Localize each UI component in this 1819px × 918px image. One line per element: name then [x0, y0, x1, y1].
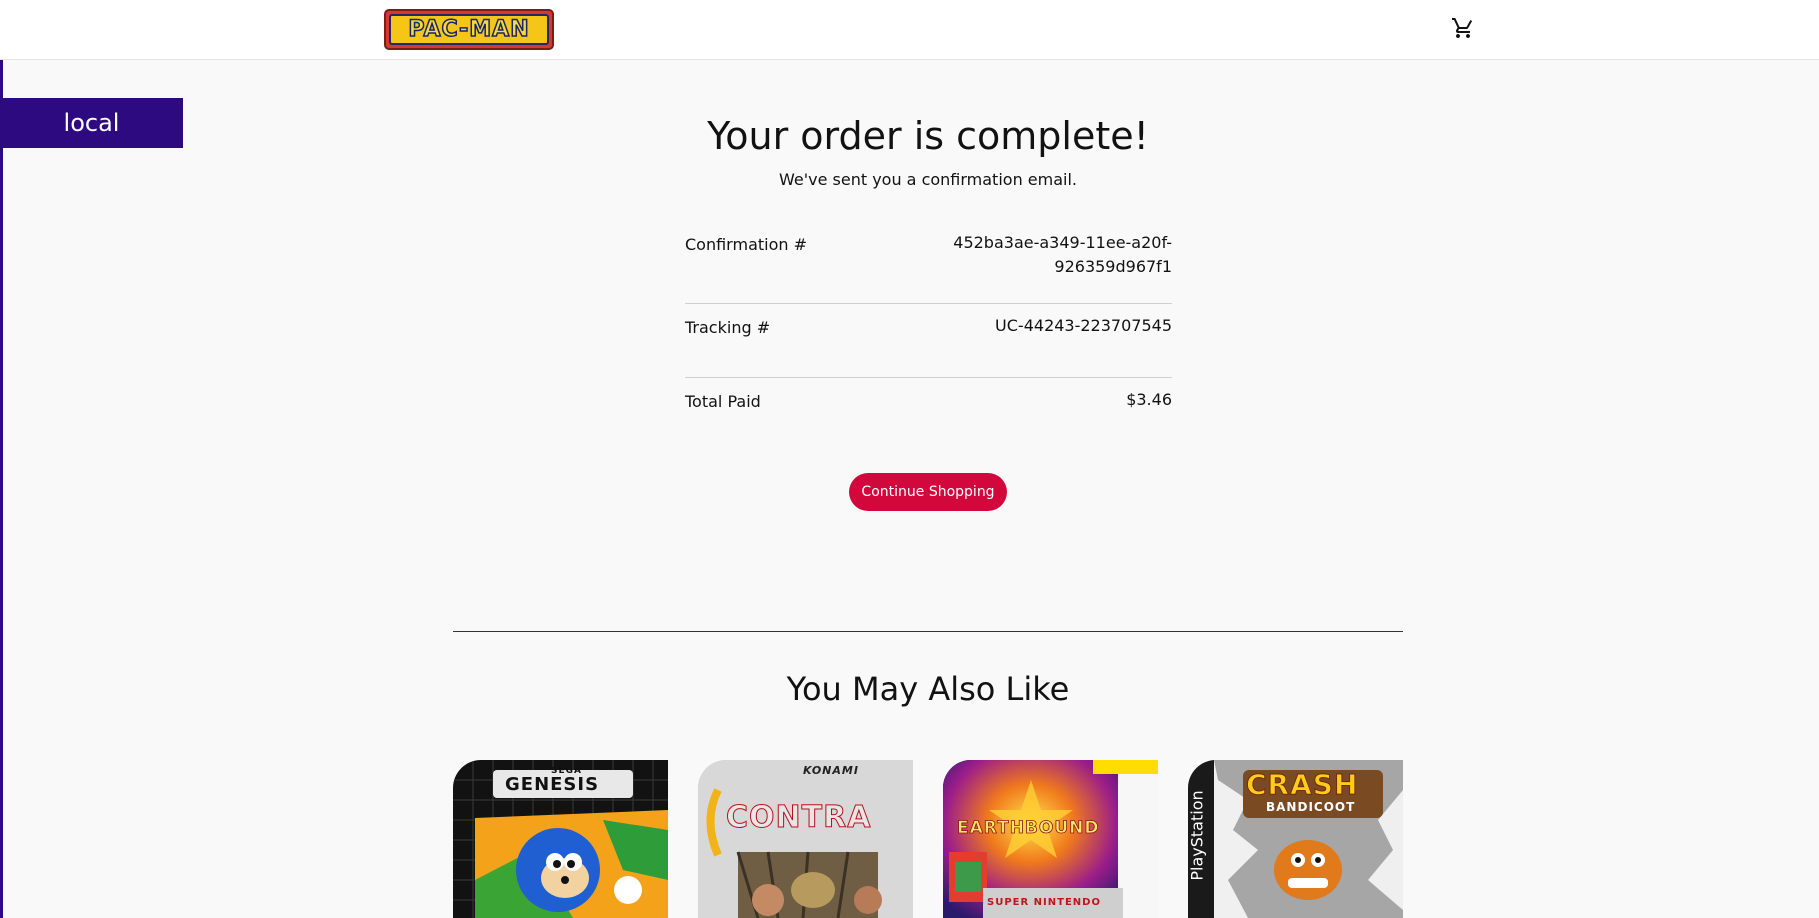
- confirmation-value-line1: 452ba3ae-a349-11ee-a20f-: [953, 233, 1172, 252]
- product-card-crash-bandicoot[interactable]: CRASH BANDICOOT PlayStation: [1188, 760, 1403, 918]
- confirmation-label: Confirmation #: [685, 235, 808, 254]
- total-label: Total Paid: [685, 392, 761, 411]
- confirmation-value: 452ba3ae-a349-11ee-a20f- 926359d967f1: [932, 231, 1172, 279]
- cover-text-contra: CONTRA: [725, 800, 872, 836]
- cover-text-crash: CRASH: [1245, 768, 1359, 802]
- cover-text-bandicoot: BANDICOOT: [1266, 800, 1356, 814]
- recommendations-list: SEGA GENESIS KONAMI CONTRA EARTHBOUND SU…: [453, 760, 1403, 918]
- tracking-label: Tracking #: [685, 318, 771, 337]
- confirmation-value-line2: 926359d967f1: [1054, 257, 1172, 276]
- product-card-contra[interactable]: KONAMI CONTRA: [698, 760, 913, 918]
- order-details: Confirmation # 452ba3ae-a349-11ee-a20f- …: [685, 228, 1172, 437]
- cover-text-earthbound: EARTHBOUND: [957, 818, 1100, 839]
- tracking-row: Tracking # UC-44243-223707545: [685, 303, 1172, 377]
- cover-text-super-nintendo: SUPER NINTENDO: [987, 897, 1101, 908]
- continue-shopping-button[interactable]: Continue Shopping: [849, 473, 1007, 511]
- product-card-sonic[interactable]: SEGA GENESIS: [453, 760, 668, 918]
- logo-text: PAC-MAN: [389, 14, 549, 45]
- confirmation-row: Confirmation # 452ba3ae-a349-11ee-a20f- …: [685, 228, 1172, 303]
- cover-text-konami: KONAMI: [803, 764, 859, 777]
- pacman-logo[interactable]: PAC-MAN: [384, 9, 554, 50]
- shopping-cart-icon[interactable]: [1451, 16, 1475, 40]
- cover-text-playstation: PlayStation: [1188, 790, 1207, 881]
- total-row: Total Paid $3.46: [685, 377, 1172, 437]
- page-title: Your order is complete!: [707, 114, 1149, 158]
- recommendations-title: You May Also Like: [786, 670, 1070, 708]
- cover-text-genesis: GENESIS: [505, 774, 600, 795]
- product-card-earthbound[interactable]: EARTHBOUND SUPER NINTENDO: [943, 760, 1158, 918]
- confirmation-email-message: We've sent you a confirmation email.: [778, 170, 1077, 189]
- section-divider: [453, 631, 1403, 632]
- tracking-value: UC-44243-223707545: [995, 316, 1172, 335]
- site-header: PAC-MAN: [0, 0, 1819, 60]
- total-value: $3.46: [1126, 390, 1172, 409]
